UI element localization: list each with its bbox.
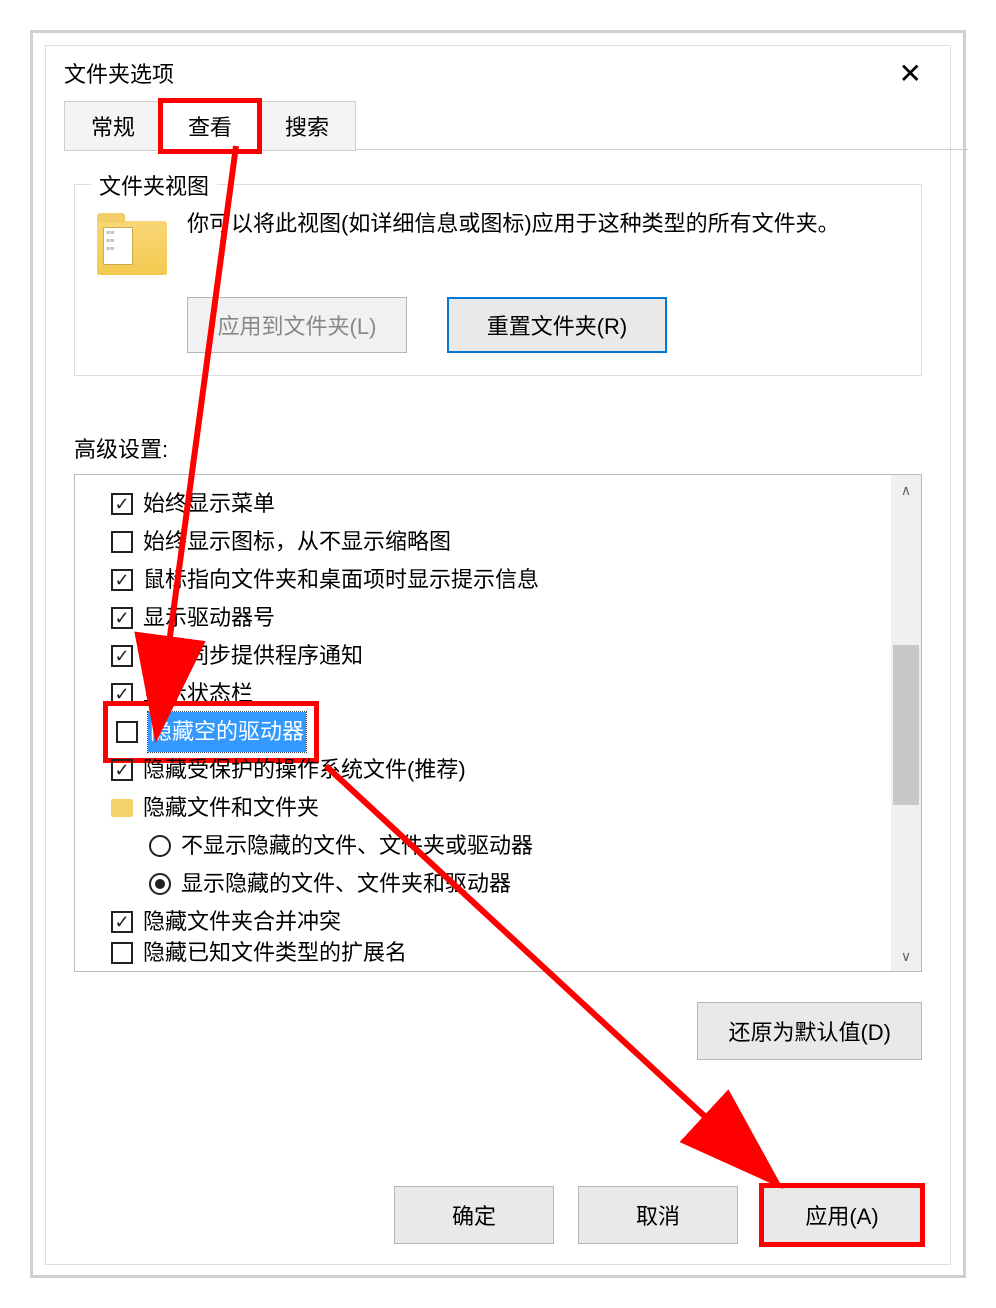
adv-item-label: 隐藏受保护的操作系统文件(推荐)	[143, 751, 466, 789]
advanced-settings-label: 高级设置:	[74, 432, 922, 464]
adv-item-12[interactable]: 隐藏已知文件类型的扩展名	[111, 941, 913, 965]
scroll-down-icon[interactable]: ∨	[891, 941, 921, 971]
adv-item-0[interactable]: 始终显示菜单	[111, 485, 913, 523]
restore-defaults-button[interactable]: 还原为默认值(D)	[697, 1002, 922, 1060]
reset-folders-button[interactable]: 重置文件夹(R)	[447, 297, 667, 353]
adv-item-9[interactable]: 不显示隐藏的文件、文件夹或驱动器	[149, 827, 913, 865]
dialog-title: 文件夹选项	[64, 57, 174, 89]
apply-button[interactable]: 应用(A)	[762, 1186, 922, 1244]
apply-to-folders-button: 应用到文件夹(L)	[187, 297, 407, 353]
folder-icon: ≡≡≡≡≡≡	[97, 221, 167, 275]
adv-item-2[interactable]: 鼠标指向文件夹和桌面项时显示提示信息	[111, 561, 913, 599]
adv-item-label: 显示同步提供程序通知	[143, 637, 363, 675]
tab-general[interactable]: 常规	[64, 101, 162, 151]
adv-item-6[interactable]: 隐藏空的驱动器	[111, 713, 913, 751]
close-icon[interactable]: ✕	[889, 53, 932, 94]
adv-item-label: 显示驱动器号	[143, 599, 275, 637]
checkbox-icon[interactable]	[111, 493, 133, 515]
adv-item-7[interactable]: 隐藏受保护的操作系统文件(推荐)	[111, 751, 913, 789]
adv-item-label: 鼠标指向文件夹和桌面项时显示提示信息	[143, 561, 539, 599]
adv-item-4[interactable]: 显示同步提供程序通知	[111, 637, 913, 675]
adv-item-label: 隐藏已知文件类型的扩展名	[143, 941, 407, 965]
folder-view-group: 文件夹视图 ≡≡≡≡≡≡ 你可以将此视图(如详细信息或图标)应用于这种类型的所有…	[74, 184, 922, 376]
checkbox-icon[interactable]	[111, 683, 133, 705]
adv-item-11[interactable]: 隐藏文件夹合并冲突	[111, 903, 913, 941]
checkbox-icon[interactable]	[111, 911, 133, 933]
scroll-up-icon[interactable]: ∧	[891, 475, 921, 505]
adv-item-label: 显示隐藏的文件、文件夹和驱动器	[181, 865, 511, 903]
tab-bar: 常规 查看 搜索	[64, 100, 950, 150]
radio-icon[interactable]	[149, 835, 171, 857]
checkbox-icon[interactable]	[111, 942, 133, 964]
scrollbar[interactable]: ∧ ∨	[891, 475, 921, 971]
folder-small-icon	[111, 799, 133, 817]
tab-search[interactable]: 搜索	[258, 101, 356, 151]
ok-button[interactable]: 确定	[394, 1186, 554, 1244]
checkbox-icon[interactable]	[116, 721, 138, 743]
checkbox-icon[interactable]	[111, 607, 133, 629]
checkbox-icon[interactable]	[111, 645, 133, 667]
folder-view-description: 你可以将此视图(如详细信息或图标)应用于这种类型的所有文件夹。	[187, 207, 899, 241]
adv-item-label: 隐藏空的驱动器	[148, 712, 306, 752]
adv-item-label: 始终显示图标，从不显示缩略图	[143, 523, 451, 561]
adv-item-8: 隐藏文件和文件夹	[111, 789, 913, 827]
scroll-thumb[interactable]	[893, 645, 919, 805]
adv-item-10[interactable]: 显示隐藏的文件、文件夹和驱动器	[149, 865, 913, 903]
adv-item-5[interactable]: 显示状态栏	[111, 675, 913, 713]
titlebar: 文件夹选项 ✕	[46, 46, 950, 100]
advanced-settings-list[interactable]: 始终显示菜单始终显示图标，从不显示缩略图鼠标指向文件夹和桌面项时显示提示信息显示…	[74, 474, 922, 972]
adv-item-label: 始终显示菜单	[143, 485, 275, 523]
adv-item-1[interactable]: 始终显示图标，从不显示缩略图	[111, 523, 913, 561]
checkbox-icon[interactable]	[111, 531, 133, 553]
adv-item-label: 不显示隐藏的文件、文件夹或驱动器	[181, 827, 533, 865]
tab-view[interactable]: 查看	[161, 101, 259, 151]
checkbox-icon[interactable]	[111, 759, 133, 781]
adv-item-label: 隐藏文件和文件夹	[143, 789, 319, 827]
checkbox-icon[interactable]	[111, 569, 133, 591]
adv-item-label: 显示状态栏	[143, 675, 253, 713]
adv-item-label: 隐藏文件夹合并冲突	[143, 903, 341, 941]
radio-icon[interactable]	[149, 873, 171, 895]
folder-options-dialog: 文件夹选项 ✕ 常规 查看 搜索 文件夹视图 ≡≡≡≡≡≡ 你可以将此视图(如详…	[45, 45, 951, 1265]
folder-view-label: 文件夹视图	[91, 169, 217, 201]
cancel-button[interactable]: 取消	[578, 1186, 738, 1244]
adv-item-3[interactable]: 显示驱动器号	[111, 599, 913, 637]
